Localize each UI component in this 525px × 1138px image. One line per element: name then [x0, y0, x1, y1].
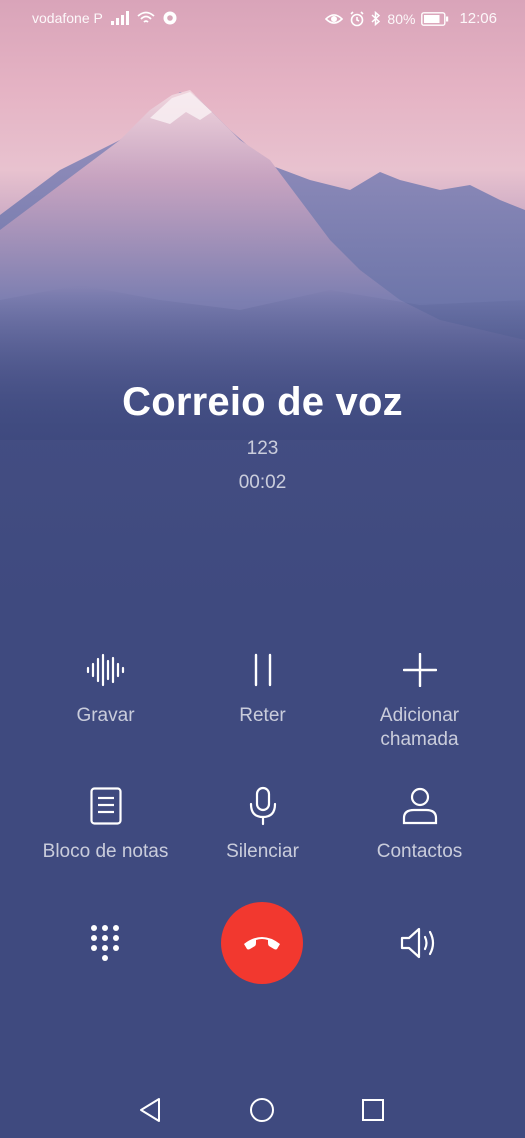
caller-number: 123	[246, 438, 279, 459]
pause-icon	[175, 648, 350, 692]
end-call-button[interactable]	[221, 902, 303, 984]
eye-icon	[325, 13, 344, 25]
status-bar: vodafone P 80% 12:06	[0, 0, 525, 36]
contacts-button[interactable]: Contactos	[332, 784, 507, 864]
bluetooth-icon	[371, 11, 381, 26]
notepad-label: Bloco de notas	[42, 841, 169, 862]
add-call-label-line2: chamada	[380, 729, 459, 750]
recent-square-icon	[362, 1099, 384, 1121]
notes-icon	[18, 784, 193, 828]
mountain-wallpaper-image	[0, 90, 525, 440]
hold-label: Reter	[239, 705, 286, 726]
waveform-icon	[18, 648, 193, 692]
home-circle-icon	[250, 1098, 274, 1122]
status-time: 12:06	[459, 10, 497, 27]
caller-name: Correio de voz	[122, 380, 403, 424]
alarm-icon	[349, 10, 365, 27]
chrome-icon	[163, 11, 177, 25]
contacts-label: Contactos	[376, 841, 463, 862]
speaker-button[interactable]	[393, 916, 447, 970]
phone-hangup-icon	[244, 937, 280, 950]
record-button[interactable]: Gravar	[18, 648, 193, 728]
nav-recent-button[interactable]	[353, 1090, 393, 1130]
record-label: Gravar	[76, 705, 135, 726]
add-call-button[interactable]: Adicionar chamada	[332, 648, 507, 752]
dialpad-icon	[91, 925, 119, 961]
mute-button[interactable]: Silenciar	[175, 784, 350, 864]
battery-icon	[421, 11, 449, 26]
nav-home-button[interactable]	[242, 1090, 282, 1130]
speaker-icon	[400, 927, 435, 959]
plus-icon	[332, 648, 507, 692]
dialpad-button[interactable]	[78, 916, 132, 970]
add-call-label: Adicionar chamada	[332, 704, 507, 752]
signal-icon	[110, 11, 129, 25]
status-left-group: vodafone P	[32, 10, 177, 26]
mute-label: Silenciar	[226, 841, 299, 862]
nav-back-button[interactable]	[130, 1090, 170, 1130]
person-icon	[332, 784, 507, 828]
back-triangle-icon	[140, 1098, 160, 1122]
microphone-icon	[175, 784, 350, 828]
notepad-button[interactable]: Bloco de notas	[18, 784, 193, 864]
hold-button[interactable]: Reter	[175, 648, 350, 728]
wifi-icon	[137, 11, 155, 25]
status-right-group: 80% 12:06	[325, 10, 497, 27]
carrier-name: vodafone P	[32, 10, 103, 26]
add-call-label-line1: Adicionar	[379, 705, 460, 726]
battery-percent: 80%	[387, 10, 416, 27]
call-timer: 00:02	[238, 472, 287, 493]
